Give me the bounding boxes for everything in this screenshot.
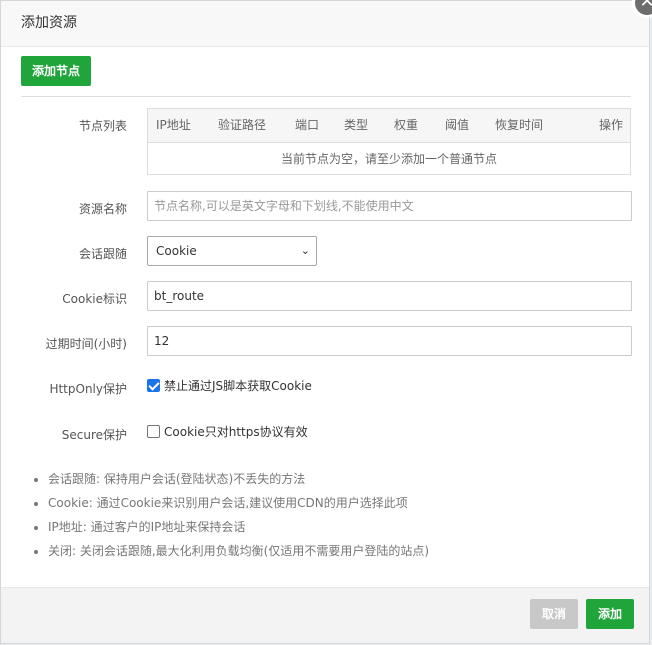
node-table: IP地址 验证路径 端口 类型 权重 阈值 恢复时间 操作 当前节点为空，请至少…: [147, 108, 631, 175]
httponly-text: 禁止通过JS脚本获取Cookie: [164, 379, 312, 393]
column-weight: 权重: [394, 118, 419, 132]
help-note: Cookie: 通过Cookie来识别用户会话,建议使用CDN的用户选择此项: [48, 491, 429, 515]
column-threshold: 阈值: [445, 118, 470, 132]
session-follow-value: Cookie: [156, 244, 197, 258]
dialog-title: 添加资源: [1, 1, 649, 47]
resource-name-label: 资源名称: [78, 202, 127, 216]
secure-text: Cookie只对https协议有效: [164, 425, 308, 439]
cookie-id-input[interactable]: bt_route: [147, 281, 632, 311]
column-actions: 操作: [599, 118, 624, 132]
secure-option[interactable]: Cookie只对https协议有效: [147, 424, 308, 440]
httponly-option[interactable]: 禁止通过JS脚本获取Cookie: [147, 378, 312, 394]
dialog-footer: 取消 添加: [1, 587, 649, 643]
cookie-id-label: Cookie标识: [62, 292, 127, 306]
column-type: 类型: [344, 118, 369, 132]
node-table-empty: 当前节点为空，请至少添加一个普通节点: [280, 152, 497, 166]
expire-hours-input[interactable]: 12: [147, 326, 632, 356]
expire-hours-label: 过期时间(小时): [45, 337, 127, 351]
help-note: 关闭: 关闭会话跟随,最大化利用负载均衡(仅适用不需要用户登陆的站点): [48, 539, 429, 563]
add-resource-dialog: 添加资源 添加节点 节点列表 IP地址 验证路径 端口 类型 权重 阈值 恢复时…: [0, 0, 650, 644]
chevron-down-icon: ⌄: [300, 244, 310, 257]
column-recovery-time: 恢复时间: [495, 118, 544, 132]
help-note: 会话跟随: 保持用户会话(登陆状态)不丢失的方法: [48, 467, 429, 491]
add-button[interactable]: 添加: [586, 599, 634, 629]
help-note: IP地址: 通过客户的IP地址来保持会话: [48, 515, 429, 539]
help-notes: 会话跟随: 保持用户会话(登陆状态)不丢失的方法 Cookie: 通过Cooki…: [32, 467, 429, 563]
secure-checkbox[interactable]: [147, 425, 160, 438]
column-verify-path: 验证路径: [218, 118, 267, 132]
httponly-checkbox[interactable]: [147, 379, 160, 392]
add-node-button[interactable]: 添加节点: [21, 56, 91, 86]
session-follow-select[interactable]: Cookie ⌄: [147, 236, 317, 266]
session-follow-label: 会话跟随: [78, 247, 127, 261]
column-ip: IP地址: [156, 118, 191, 132]
node-list-label: 节点列表: [78, 119, 127, 133]
divider: [21, 96, 631, 97]
secure-label: Secure保护: [61, 428, 127, 442]
resource-name-input[interactable]: 节点名称,可以是英文字母和下划线,不能使用中文: [147, 191, 632, 221]
httponly-label: HttpOnly保护: [49, 382, 127, 396]
column-port: 端口: [295, 118, 320, 132]
cancel-button[interactable]: 取消: [530, 599, 578, 629]
node-table-header: IP地址 验证路径 端口 类型 权重 阈值 恢复时间 操作: [148, 109, 630, 143]
